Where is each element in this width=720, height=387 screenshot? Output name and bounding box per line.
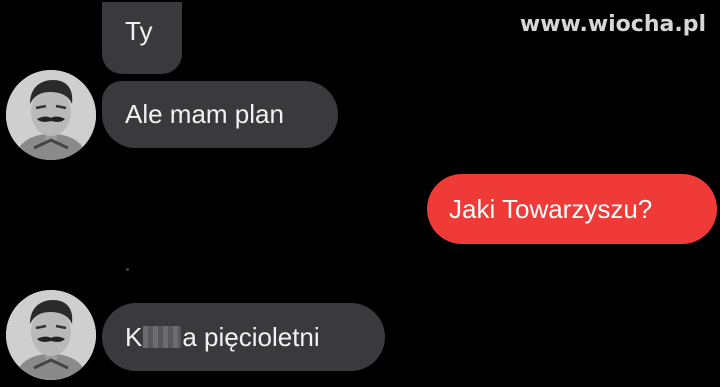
message-text: Ale mam plan	[125, 99, 284, 129]
message-bubble-censored: Ka pięcioletni	[102, 303, 385, 371]
sender-avatar[interactable]	[6, 290, 96, 380]
message-bubble-plan: Ale mam plan	[102, 81, 338, 148]
divider-dot	[126, 268, 129, 271]
message-text: Ty	[125, 15, 153, 46]
sender-avatar[interactable]	[6, 70, 96, 160]
message-bubble-ty: Ty	[102, 2, 182, 74]
portrait-avatar-icon	[6, 290, 96, 380]
message-text: Jaki Towarzyszu?	[449, 193, 653, 224]
portrait-avatar-icon	[6, 70, 96, 160]
message-text-end: a pięcioletni	[182, 321, 320, 352]
message-bubble-outgoing: Jaki Towarzyszu?	[427, 174, 717, 244]
message-text-start: K	[125, 321, 143, 352]
censor-blur	[143, 326, 182, 348]
watermark: www.wiocha.pl	[519, 12, 706, 37]
